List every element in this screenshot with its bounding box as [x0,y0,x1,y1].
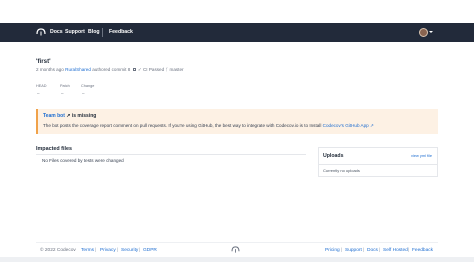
footer-separator: | [341,248,343,253]
commit-time: 2 months ago [36,67,64,72]
nav-blog-link[interactable]: Blog [88,29,100,36]
footer-gdpr-link[interactable]: GDPR [143,248,157,253]
user-avatar[interactable] [419,28,428,37]
divider [36,154,306,155]
stat-patch-value: – [61,91,64,96]
footer-self-hosted-link[interactable]: Self Hosted [383,248,408,253]
alert-title-suffix: is missing [71,113,97,119]
footer-separator: | [139,248,141,253]
footer-support-link[interactable]: Support [345,248,362,253]
divider [319,164,437,165]
impacted-files-title: Impacted files [36,146,72,152]
nav-support-link[interactable]: Support [65,29,85,36]
alert-title: Team bot ↗ is missing [43,113,96,119]
branch-icon: ᚴ [165,67,169,72]
missing-bot-alert: Team bot ↗ is missing The bot posts the … [36,109,438,134]
footer-separator: | [408,248,410,253]
stat-change-label: Change [81,84,95,88]
commit-title: 'first' [36,58,51,65]
codecov-logo-icon[interactable] [36,28,46,36]
footer-divider [36,242,438,243]
commit-author-link[interactable]: RuralShared [65,67,91,72]
footer-separator: | [379,248,381,253]
impacted-files-empty: No Files covered by tests were changed [42,158,124,163]
external-link-icon[interactable] [132,68,136,71]
footer-separator: | [95,248,97,253]
footer-copyright: © 2022 Codecov [40,248,76,253]
top-navbar: Docs Support Blog Feedback [0,23,474,42]
external-link-icon[interactable]: ↗ [66,113,70,119]
footer-terms-link[interactable]: Terms [81,248,94,253]
uploads-card: Uploads view yml file Currently no uploa… [318,147,438,177]
uploads-empty: Currently no uploads [323,168,360,173]
nav-divider [102,28,103,37]
github-app-link[interactable]: Codecov's GitHub App [323,123,369,128]
commit-meta: 2 months ago RuralShared authored commit… [36,67,184,73]
ci-status: CI Passed [142,67,165,72]
bottom-band [0,257,474,262]
alert-body: The bot posts the coverage report commen… [43,123,374,129]
footer-separator: | [363,248,365,253]
external-link-icon[interactable]: ↗ [370,123,374,128]
alert-body-text: The bot posts the coverage report commen… [43,123,322,128]
view-yml-link[interactable]: view yml file [411,153,432,158]
stat-patch-label: Patch [60,84,70,88]
check-icon: ✓ [137,67,142,72]
commit-id[interactable]: 8 [128,67,131,72]
codecov-logo-icon[interactable] [231,246,240,253]
footer-security-link[interactable]: Security [121,248,138,253]
authored-text: authored commit [92,67,127,72]
team-bot-link[interactable]: Team bot [43,113,65,119]
chevron-down-icon[interactable] [429,31,433,33]
stat-change-value: – [82,91,85,96]
stat-head-value: – [37,91,40,96]
nav-docs-link[interactable]: Docs [50,29,63,36]
stat-head-label: HEAD [36,84,47,88]
footer-separator: | [117,248,119,253]
nav-feedback-link[interactable]: Feedback [109,29,133,36]
footer-pricing-link[interactable]: Pricing [325,248,340,253]
footer-feedback-link[interactable]: Feedback [412,248,433,253]
branch-name: master [169,67,184,72]
footer-docs-link[interactable]: Docs [367,248,378,253]
uploads-title: Uploads [323,153,344,159]
footer-privacy-link[interactable]: Privacy [100,248,116,253]
